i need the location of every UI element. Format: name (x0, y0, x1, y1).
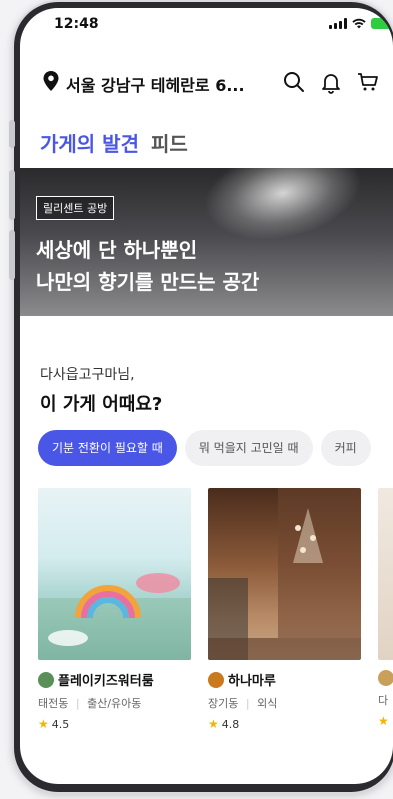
promo-banner[interactable]: 릴리센트 공방 세상에 단 하나뿐인 나만의 향기를 만드는 공간 (20, 168, 393, 316)
store-logo (208, 671, 224, 688)
status-icons (329, 18, 393, 29)
location-selector[interactable]: 서울 강남구 테헤란로 6... (66, 72, 245, 96)
tab-feed[interactable]: 피드 (151, 128, 188, 157)
chip-mood-change[interactable]: 기분 전환이 필요할 때 (38, 430, 177, 466)
store-logo (38, 671, 54, 688)
star-icon: ★ (38, 717, 49, 731)
store-meta: 태전동 | 출산/유아동 (38, 695, 191, 711)
store-location: 장기동 (208, 697, 239, 710)
store-name: 플레이키즈워터룸 (38, 670, 191, 689)
wifi-icon (352, 18, 366, 29)
side-button (9, 120, 15, 148)
store-name-text: 플레이키즈워터룸 (58, 674, 154, 689)
side-button (9, 170, 15, 220)
status-bar: 12:48 (20, 8, 393, 42)
store-name: 하나마루 (208, 670, 361, 689)
side-button (9, 230, 15, 280)
store-logo (378, 670, 393, 686)
store-card[interactable]: 다 ★ (378, 488, 393, 731)
chip-what-to-eat[interactable]: 뭐 먹을지 고민일 때 (184, 430, 313, 466)
store-image (378, 488, 393, 660)
section-title: 이 가게 어때요? (40, 394, 163, 415)
store-category: 외식 (257, 697, 278, 710)
banner-title: 세상에 단 하나뿐인 나만의 향기를 만드는 공간 (36, 234, 259, 298)
meta-divider: | (75, 697, 80, 710)
store-location: 다 (378, 694, 389, 707)
star-icon: ★ (208, 717, 219, 731)
bell-icon[interactable] (319, 70, 343, 94)
status-time: 12:48 (54, 16, 99, 32)
cart-icon[interactable] (356, 70, 380, 94)
store-meta: 다 (378, 692, 393, 708)
banner-title-line: 세상에 단 하나뿐인 (36, 238, 198, 262)
meta-divider: | (245, 697, 250, 710)
store-category: 출산/유아동 (87, 697, 142, 710)
location-pin-icon (43, 71, 59, 91)
rating-value: 4.8 (221, 717, 240, 731)
store-card[interactable]: 플레이키즈워터룸 태전동 | 출산/유아동 ★ 4.5 (38, 488, 191, 731)
signal-icon (329, 18, 347, 29)
rating-value: 4.5 (51, 717, 70, 731)
store-name-text: 하나마루 (228, 674, 276, 689)
banner-title-line: 나만의 향기를 만드는 공간 (36, 270, 260, 294)
store-location: 태전동 (38, 697, 69, 710)
top-tabs: 가게의 발견 피드 (40, 128, 188, 157)
tab-discover[interactable]: 가게의 발견 (40, 128, 139, 157)
filter-chips: 기분 전환이 필요할 때 뭐 먹을지 고민일 때 커피 (38, 430, 371, 466)
store-cards: 플레이키즈워터룸 태전동 | 출산/유아동 ★ 4.5 하나마루 장기동 | 외… (38, 488, 393, 731)
app-header: 서울 강남구 테헤란로 6... (20, 64, 393, 100)
store-rating: ★ 4.5 (38, 717, 191, 731)
store-image (38, 488, 191, 660)
battery-icon (371, 18, 393, 29)
store-image (208, 488, 361, 660)
store-name (378, 670, 393, 686)
store-rating: ★ 4.8 (208, 717, 361, 731)
store-meta: 장기동 | 외식 (208, 695, 361, 711)
app-screen: 12:48 서울 강남구 테헤란로 6... 가게의 발견 피드 릴리센트 공방… (20, 8, 393, 784)
store-rating: ★ (378, 714, 393, 728)
star-icon: ★ (378, 714, 389, 728)
search-icon[interactable] (282, 70, 306, 94)
chip-coffee[interactable]: 커피 (320, 430, 371, 466)
greeting-text: 다사읍고구마님, (40, 367, 135, 383)
store-card[interactable]: 하나마루 장기동 | 외식 ★ 4.8 (208, 488, 361, 731)
banner-tag: 릴리센트 공방 (36, 196, 115, 220)
